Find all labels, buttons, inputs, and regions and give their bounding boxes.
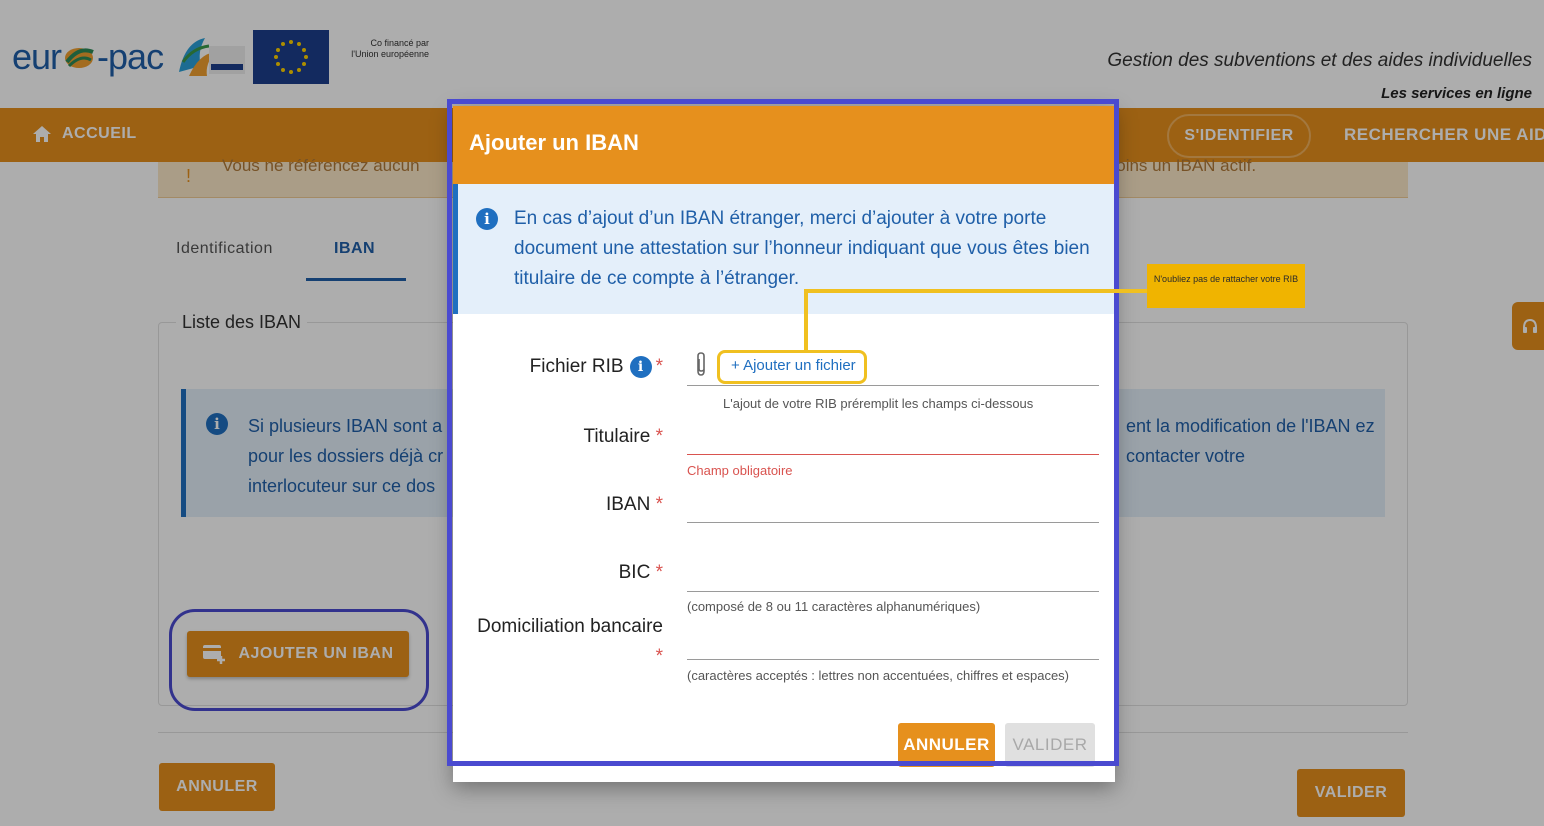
callout-connector-horizontal xyxy=(804,289,1148,293)
callout-connector-vertical xyxy=(804,289,808,351)
dialog-highlight-frame xyxy=(447,99,1119,766)
rib-reminder-callout: N'oubliez pas de rattacher votre RIB xyxy=(1147,264,1305,308)
